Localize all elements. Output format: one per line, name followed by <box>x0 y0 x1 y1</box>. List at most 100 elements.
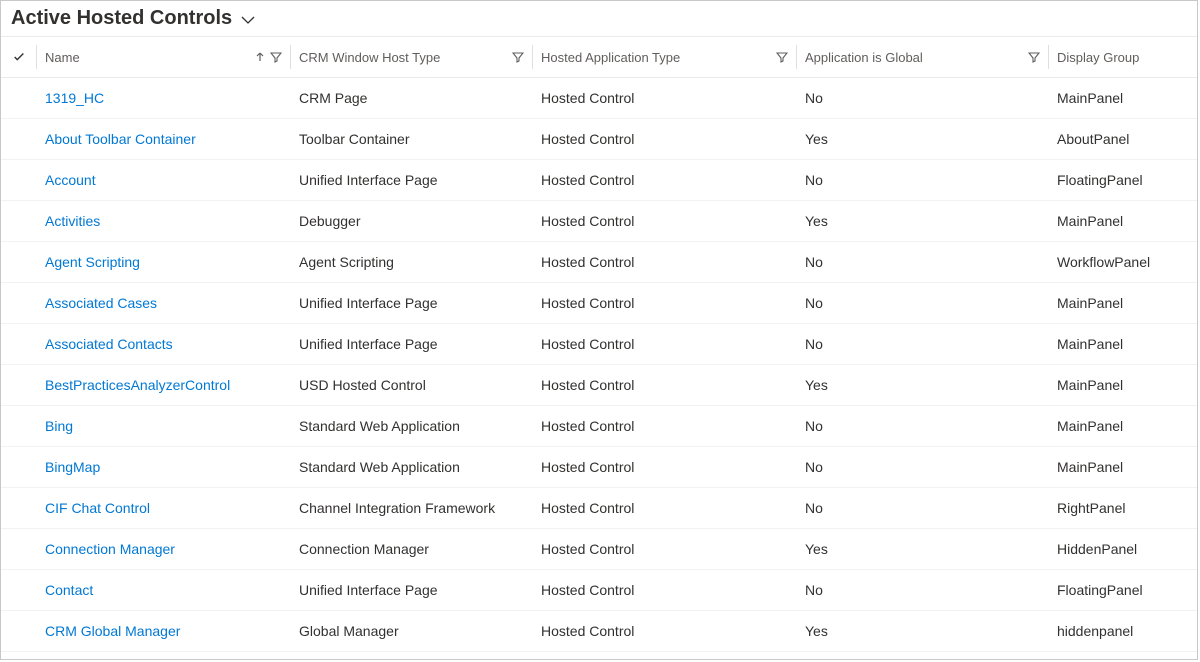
column-header-display-group[interactable]: Display Group <box>1049 45 1189 69</box>
cell-hosted-application-type: Hosted Control <box>533 459 797 475</box>
grid-header-row: Name CRM Window Host Type Hosted Applica… <box>1 36 1197 78</box>
cell-display-group: MainPanel <box>1049 213 1189 229</box>
table-row[interactable]: BingStandard Web ApplicationHosted Contr… <box>1 406 1197 447</box>
view-selector-chevron[interactable] <box>240 10 256 28</box>
table-row[interactable]: CIF Chat Control Channel Integration Fram… <box>1 488 1197 529</box>
column-header-label: Application is Global <box>805 50 1024 65</box>
cell-application-is-global: No <box>797 582 1049 598</box>
cell-application-is-global: No <box>797 500 1049 516</box>
cell-display-group: RightPanel <box>1049 500 1189 516</box>
column-header-name[interactable]: Name <box>37 45 291 69</box>
grid: Name CRM Window Host Type Hosted Applica… <box>1 36 1197 652</box>
view-header: Active Hosted Controls <box>1 1 1197 36</box>
record-link[interactable]: BingMap <box>45 459 100 475</box>
column-header-crm-window-host-type[interactable]: CRM Window Host Type <box>291 45 533 69</box>
active-hosted-controls-view: Active Hosted Controls Name CRM Window H… <box>0 0 1198 660</box>
record-link[interactable]: BestPracticesAnalyzerControl <box>45 377 230 393</box>
cell-application-is-global: No <box>797 172 1049 188</box>
cell-name: BingMap <box>37 459 291 475</box>
table-row[interactable]: Activities DebuggerHosted ControlYesMainP… <box>1 201 1197 242</box>
chevron-down-icon <box>240 12 256 28</box>
filter-icon[interactable] <box>512 51 524 63</box>
cell-hosted-application-type: Hosted Control <box>533 418 797 434</box>
cell-hosted-application-type: Hosted Control <box>533 90 797 106</box>
filter-icon[interactable] <box>270 51 282 63</box>
column-header-application-is-global[interactable]: Application is Global <box>797 45 1049 69</box>
cell-crm-window-host-type: Channel Integration Framework <box>291 500 533 516</box>
cell-name: Bing <box>37 418 291 434</box>
cell-hosted-application-type: Hosted Control <box>533 295 797 311</box>
cell-name: Associated Contacts <box>37 336 291 352</box>
select-all-header[interactable] <box>1 45 37 69</box>
cell-application-is-global: No <box>797 459 1049 475</box>
table-row[interactable]: CRM Global Manager Global ManagerHosted C… <box>1 611 1197 652</box>
checkmark-icon <box>12 50 26 64</box>
cell-crm-window-host-type: USD Hosted Control <box>291 377 533 393</box>
table-row[interactable]: About Toolbar Container Toolbar Container… <box>1 119 1197 160</box>
table-row[interactable]: Connection ManagerConnection ManagerHost… <box>1 529 1197 570</box>
cell-hosted-application-type: Hosted Control <box>533 131 797 147</box>
record-link[interactable]: 1319_HC <box>45 90 104 106</box>
cell-hosted-application-type: Hosted Control <box>533 377 797 393</box>
record-link[interactable]: Activities <box>45 213 100 229</box>
table-row[interactable]: ContactUnified Interface PageHosted Cont… <box>1 570 1197 611</box>
cell-name: BestPracticesAnalyzerControl <box>37 377 291 393</box>
cell-display-group: HiddenPanel <box>1049 541 1189 557</box>
cell-display-group: MainPanel <box>1049 295 1189 311</box>
filter-icon[interactable] <box>1028 51 1040 63</box>
table-row[interactable]: AccountUnified Interface PageHosted Cont… <box>1 160 1197 201</box>
cell-application-is-global: No <box>797 336 1049 352</box>
cell-crm-window-host-type: Connection Manager <box>291 541 533 557</box>
cell-display-group: FloatingPanel <box>1049 172 1189 188</box>
cell-name: CIF Chat Control <box>37 500 291 516</box>
cell-crm-window-host-type: Global Manager <box>291 623 533 639</box>
record-link[interactable]: Connection Manager <box>45 541 175 557</box>
filter-icon[interactable] <box>776 51 788 63</box>
column-header-label: Name <box>45 50 250 65</box>
table-row[interactable]: 1319_HCCRM PageHosted ControlNoMainPanel <box>1 78 1197 119</box>
cell-display-group: MainPanel <box>1049 418 1189 434</box>
cell-name: Account <box>37 172 291 188</box>
record-link[interactable]: Account <box>45 172 96 188</box>
cell-crm-window-host-type: Standard Web Application <box>291 459 533 475</box>
column-header-hosted-application-type[interactable]: Hosted Application Type <box>533 45 797 69</box>
record-link[interactable]: Associated Contacts <box>45 336 173 352</box>
record-link[interactable]: Bing <box>45 418 73 434</box>
record-link[interactable]: About Toolbar Container <box>45 131 196 147</box>
cell-hosted-application-type: Hosted Control <box>533 582 797 598</box>
cell-application-is-global: Yes <box>797 541 1049 557</box>
cell-application-is-global: Yes <box>797 131 1049 147</box>
cell-display-group: AboutPanel <box>1049 131 1189 147</box>
table-row[interactable]: Associated ContactsUnified Interface Pag… <box>1 324 1197 365</box>
record-link[interactable]: Agent Scripting <box>45 254 140 270</box>
cell-crm-window-host-type: Debugger <box>291 213 533 229</box>
table-row[interactable]: Agent ScriptingAgent ScriptingHosted Con… <box>1 242 1197 283</box>
cell-display-group: hiddenpanel <box>1049 623 1189 639</box>
cell-hosted-application-type: Hosted Control <box>533 213 797 229</box>
table-row[interactable]: BingMap Standard Web ApplicationHosted Co… <box>1 447 1197 488</box>
cell-crm-window-host-type: Toolbar Container <box>291 131 533 147</box>
sort-ascending-icon[interactable] <box>254 51 266 63</box>
record-link[interactable]: CRM Global Manager <box>45 623 180 639</box>
view-title: Active Hosted Controls <box>11 7 232 30</box>
cell-application-is-global: No <box>797 90 1049 106</box>
cell-name: Contact <box>37 582 291 598</box>
record-link[interactable]: CIF Chat Control <box>45 500 150 516</box>
cell-hosted-application-type: Hosted Control <box>533 623 797 639</box>
cell-crm-window-host-type: Unified Interface Page <box>291 295 533 311</box>
cell-application-is-global: No <box>797 254 1049 270</box>
table-row[interactable]: Associated Cases Unified Interface PageHo… <box>1 283 1197 324</box>
table-row[interactable]: BestPracticesAnalyzerControl USD Hosted C… <box>1 365 1197 406</box>
cell-display-group: MainPanel <box>1049 377 1189 393</box>
cell-name: CRM Global Manager <box>37 623 291 639</box>
cell-hosted-application-type: Hosted Control <box>533 172 797 188</box>
cell-hosted-application-type: Hosted Control <box>533 336 797 352</box>
cell-application-is-global: No <box>797 295 1049 311</box>
cell-name: Associated Cases <box>37 295 291 311</box>
cell-application-is-global: Yes <box>797 213 1049 229</box>
record-link[interactable]: Associated Cases <box>45 295 157 311</box>
grid-body: 1319_HCCRM PageHosted ControlNoMainPanel… <box>1 78 1197 652</box>
cell-application-is-global: Yes <box>797 623 1049 639</box>
record-link[interactable]: Contact <box>45 582 93 598</box>
cell-display-group: MainPanel <box>1049 90 1189 106</box>
